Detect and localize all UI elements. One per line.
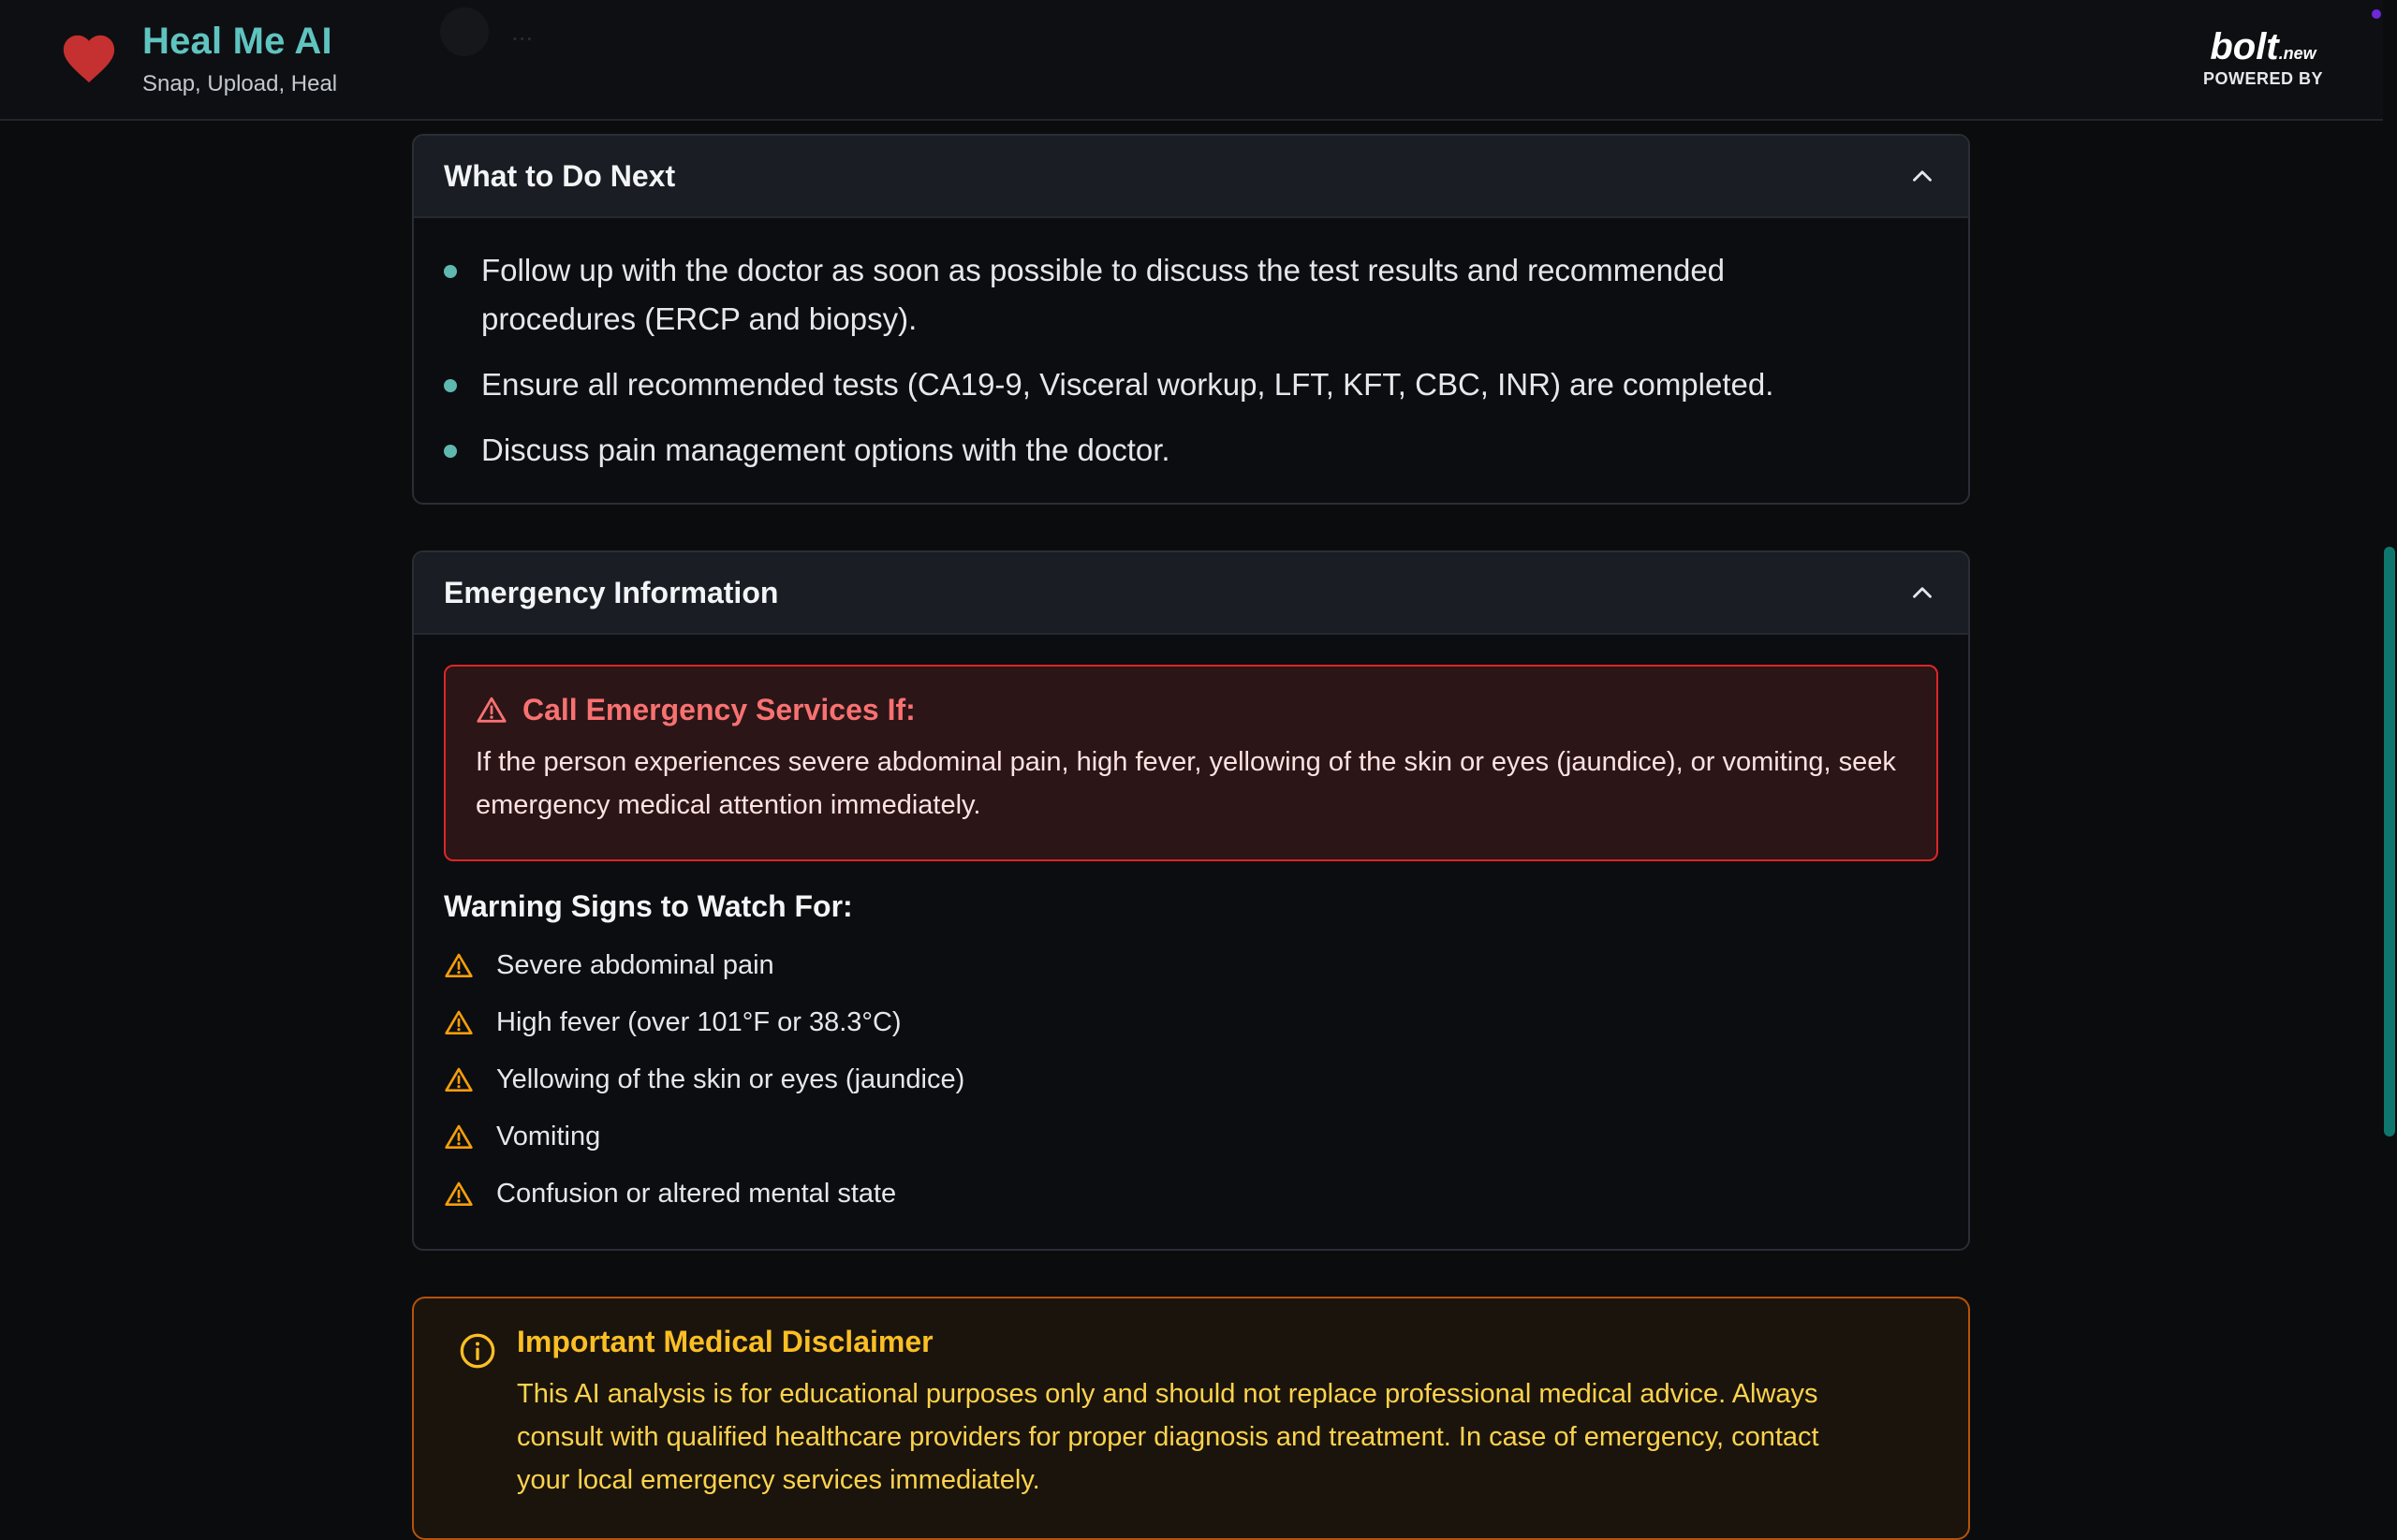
disclaimer-title: Important Medical Disclaimer [517, 1325, 934, 1358]
emergency-alert: Call Emergency Services If: If the perso… [444, 665, 1938, 861]
alert-header: Call Emergency Services If: [476, 693, 1906, 727]
next-steps-header[interactable]: What to Do Next [414, 136, 1968, 218]
warning-sign-item: High fever (over 101°F or 38.3°C) [444, 994, 1938, 1051]
warning-triangle-icon [477, 697, 507, 723]
medical-disclaimer: Important Medical Disclaimer This AI ana… [412, 1297, 1970, 1540]
heart-icon [63, 35, 115, 83]
bullet-dot [444, 445, 457, 458]
warning-sign-text: Vomiting [496, 1122, 601, 1151]
warning-triangle-icon [445, 1010, 473, 1034]
info-circle-icon [460, 1333, 495, 1369]
warning-triangle-icon [445, 1124, 473, 1149]
warning-sign-text: High fever (over 101°F or 38.3°C) [496, 1007, 902, 1037]
scrolled-content-ghost: ... [440, 7, 533, 56]
emergency-card: Emergency Information Call Emergency Ser… [412, 550, 1970, 1251]
list-item-text: Discuss pain management options with the… [481, 433, 1170, 467]
emergency-header[interactable]: Emergency Information [414, 552, 1968, 635]
warning-sign-item: Confusion or altered mental state [444, 1166, 1938, 1223]
list-item: Ensure all recommended tests (CA19-9, Vi… [444, 360, 1938, 409]
warning-sign-item: Yellowing of the skin or eyes (jaundice) [444, 1051, 1938, 1108]
emergency-title: Emergency Information [444, 575, 779, 609]
bolt-logo: bolt.new [2203, 28, 2323, 66]
list-item-text: Follow up with the doctor as soon as pos… [481, 253, 1726, 336]
disclaimer-content: Important Medical Disclaimer This AI ana… [459, 1325, 1923, 1502]
next-steps-title: What to Do Next [444, 158, 676, 193]
warning-triangle-icon [445, 1067, 473, 1092]
scrollbar-thumb[interactable] [2384, 547, 2395, 1137]
warning-sign-text: Yellowing of the skin or eyes (jaundice) [496, 1064, 965, 1094]
list-item: Discuss pain management options with the… [444, 426, 1938, 475]
ghost-icon [440, 7, 489, 56]
bolt-badge[interactable]: bolt.new POWERED BY [2203, 28, 2323, 89]
disclaimer-text: This AI analysis is for educational purp… [517, 1379, 1819, 1495]
warning-sign-text: Confusion or altered mental state [496, 1179, 897, 1209]
list-item: Follow up with the doctor as soon as pos… [444, 246, 1938, 344]
chevron-up-icon[interactable] [1906, 160, 1938, 192]
warning-sign-text: Severe abdominal pain [496, 950, 774, 980]
next-steps-card: What to Do Next Follow up with the docto… [412, 134, 1970, 505]
warning-triangle-icon [445, 953, 473, 977]
next-steps-list: Follow up with the doctor as soon as pos… [414, 218, 1968, 475]
warning-sign-item: Vomiting [444, 1108, 1938, 1166]
warning-signs-list: Severe abdominal pain High fever (over 1… [444, 937, 1938, 1223]
app-header: ... Heal Me AI Snap, Upload, Heal bolt.n… [0, 0, 2383, 121]
bullet-dot [444, 379, 457, 392]
bullet-dot [444, 265, 457, 278]
bolt-logo-suffix: .new [2278, 44, 2316, 63]
chevron-up-icon[interactable] [1906, 577, 1938, 609]
warning-sign-item: Severe abdominal pain [444, 937, 1938, 994]
powered-by-label: POWERED BY [2202, 69, 2323, 88]
warning-signs-heading: Warning Signs to Watch For: [444, 889, 853, 923]
bolt-logo-text: bolt [2210, 26, 2279, 67]
app-tagline: Snap, Upload, Heal [142, 71, 338, 96]
ghost-text: ... [511, 17, 534, 46]
scrollbar-track[interactable] [2383, 0, 2397, 1498]
alert-text: If the person experiences severe abdomin… [476, 747, 1896, 820]
app-title[interactable]: Heal Me AI [142, 21, 332, 63]
disclaimer-body: Important Medical Disclaimer This AI ana… [517, 1325, 1875, 1502]
alert-title: Call Emergency Services If: [522, 693, 916, 726]
status-dot [2372, 9, 2381, 19]
warning-triangle-icon [445, 1181, 473, 1206]
list-item-text: Ensure all recommended tests (CA19-9, Vi… [481, 367, 1774, 402]
